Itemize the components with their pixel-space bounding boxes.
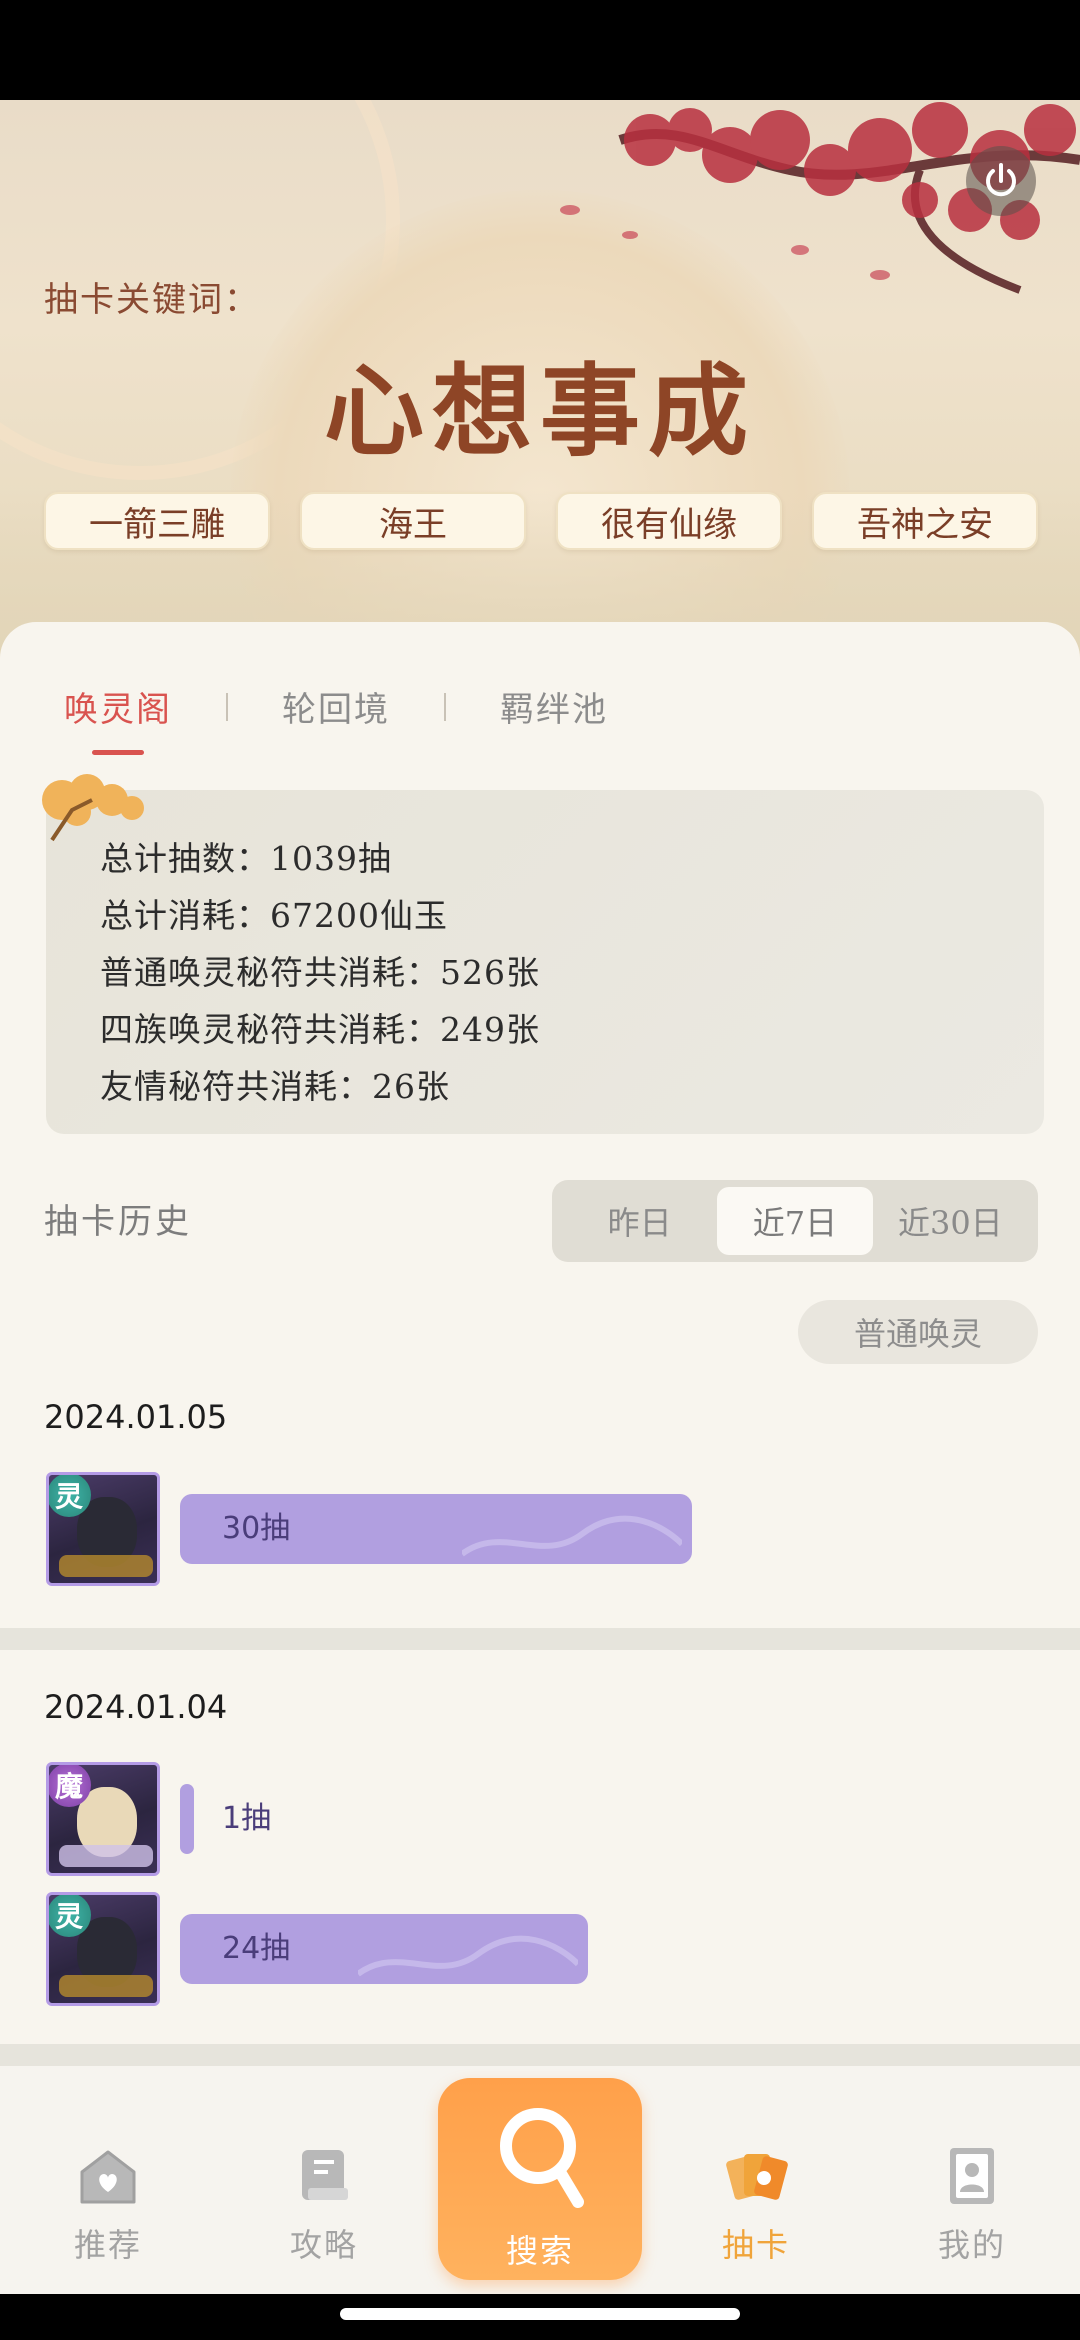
nav-draw[interactable]: 抽卡 bbox=[696, 2144, 816, 2266]
faction-badge: 灵 bbox=[49, 1895, 91, 1937]
history-record[interactable]: 灵 30抽 bbox=[46, 1472, 1046, 1588]
keyword-tag[interactable]: 海王 bbox=[300, 492, 526, 550]
nav-recommend[interactable]: 推荐 bbox=[48, 2144, 168, 2266]
pool-tabs: 唤灵阁 轮回境 羁绊池 bbox=[64, 682, 608, 755]
tab-lunhui-jing[interactable]: 轮回境 bbox=[282, 682, 390, 731]
nav-profile[interactable]: 我的 bbox=[912, 2144, 1032, 2266]
stat-total-cost: 总计消耗：67200仙玉 bbox=[100, 896, 448, 935]
pull-count-label: 24抽 bbox=[222, 1931, 291, 1966]
history-record[interactable]: 魔 1抽 bbox=[46, 1762, 1046, 1878]
stat-normal-talisman: 普通唤灵秘符共消耗：526张 bbox=[100, 953, 540, 992]
status-bar bbox=[0, 0, 1080, 100]
tab-jiban-chi[interactable]: 羁绊池 bbox=[500, 682, 608, 731]
range-7-days[interactable]: 近7日 bbox=[717, 1187, 873, 1255]
stats-card: 总计抽数：1039抽 总计消耗：67200仙玉 普通唤灵秘符共消耗：526张 四… bbox=[42, 774, 1044, 1134]
keyword-label: 抽卡关键词： bbox=[44, 280, 260, 320]
keyword-tag[interactable]: 吾神之安 bbox=[812, 492, 1038, 550]
history-date: 2024.01.05 bbox=[44, 1398, 228, 1436]
stat-four-clan-talisman: 四族唤灵秘符共消耗：249张 bbox=[100, 1010, 540, 1049]
character-avatar: 灵 bbox=[46, 1472, 160, 1586]
tab-divider bbox=[444, 692, 446, 721]
range-yesterday[interactable]: 昨日 bbox=[562, 1187, 717, 1255]
stats-list: 总计抽数：1039抽 总计消耗：67200仙玉 普通唤灵秘符共消耗：526张 四… bbox=[100, 830, 540, 1115]
stat-total-pulls: 总计抽数：1039抽 bbox=[100, 839, 392, 878]
power-icon bbox=[986, 163, 1016, 197]
pull-count-label: 1抽 bbox=[222, 1801, 272, 1836]
nav-guide[interactable]: 攻略 bbox=[264, 2144, 384, 2266]
keyword-tag[interactable]: 很有仙缘 bbox=[556, 492, 782, 550]
character-avatar: 魔 bbox=[46, 1762, 160, 1876]
keyword-title: 心想事成 bbox=[324, 352, 756, 470]
group-separator bbox=[0, 2044, 1080, 2066]
profile-card-icon bbox=[950, 2148, 994, 2204]
tab-huanling-ge[interactable]: 唤灵阁 bbox=[64, 682, 172, 755]
character-avatar: 灵 bbox=[46, 1892, 160, 2006]
heart-house-icon bbox=[80, 2150, 136, 2204]
pull-count-label: 30抽 bbox=[222, 1511, 291, 1546]
cards-icon bbox=[726, 2154, 788, 2200]
book-icon bbox=[302, 2150, 348, 2200]
search-icon bbox=[500, 2108, 584, 2208]
faction-badge: 灵 bbox=[49, 1475, 91, 1517]
plum-branch-decoration bbox=[560, 102, 1080, 294]
group-separator bbox=[0, 1628, 1080, 1650]
faction-badge: 魔 bbox=[49, 1765, 91, 1807]
history-date: 2024.01.04 bbox=[44, 1688, 228, 1726]
nav-search-button[interactable]: 搜索 bbox=[438, 2078, 642, 2280]
range-segmented-control: 昨日 近7日 近30日 bbox=[552, 1180, 1038, 1262]
history-record[interactable]: 灵 24抽 bbox=[46, 1892, 1046, 2008]
tab-divider bbox=[226, 692, 228, 721]
power-button[interactable] bbox=[966, 146, 1036, 216]
history-title: 抽卡历史 bbox=[44, 1202, 192, 1242]
stat-friendship-talisman: 友情秘符共消耗：26张 bbox=[100, 1067, 450, 1106]
pull-count-bar bbox=[180, 1784, 194, 1854]
pool-filter-button[interactable]: 普通唤灵 bbox=[798, 1300, 1038, 1364]
keyword-tag[interactable]: 一箭三雕 bbox=[44, 492, 270, 550]
home-indicator bbox=[0, 2294, 1080, 2340]
range-30-days[interactable]: 近30日 bbox=[873, 1187, 1028, 1255]
keyword-tag-row: 一箭三雕 海王 很有仙缘 吾神之安 bbox=[44, 492, 1038, 550]
